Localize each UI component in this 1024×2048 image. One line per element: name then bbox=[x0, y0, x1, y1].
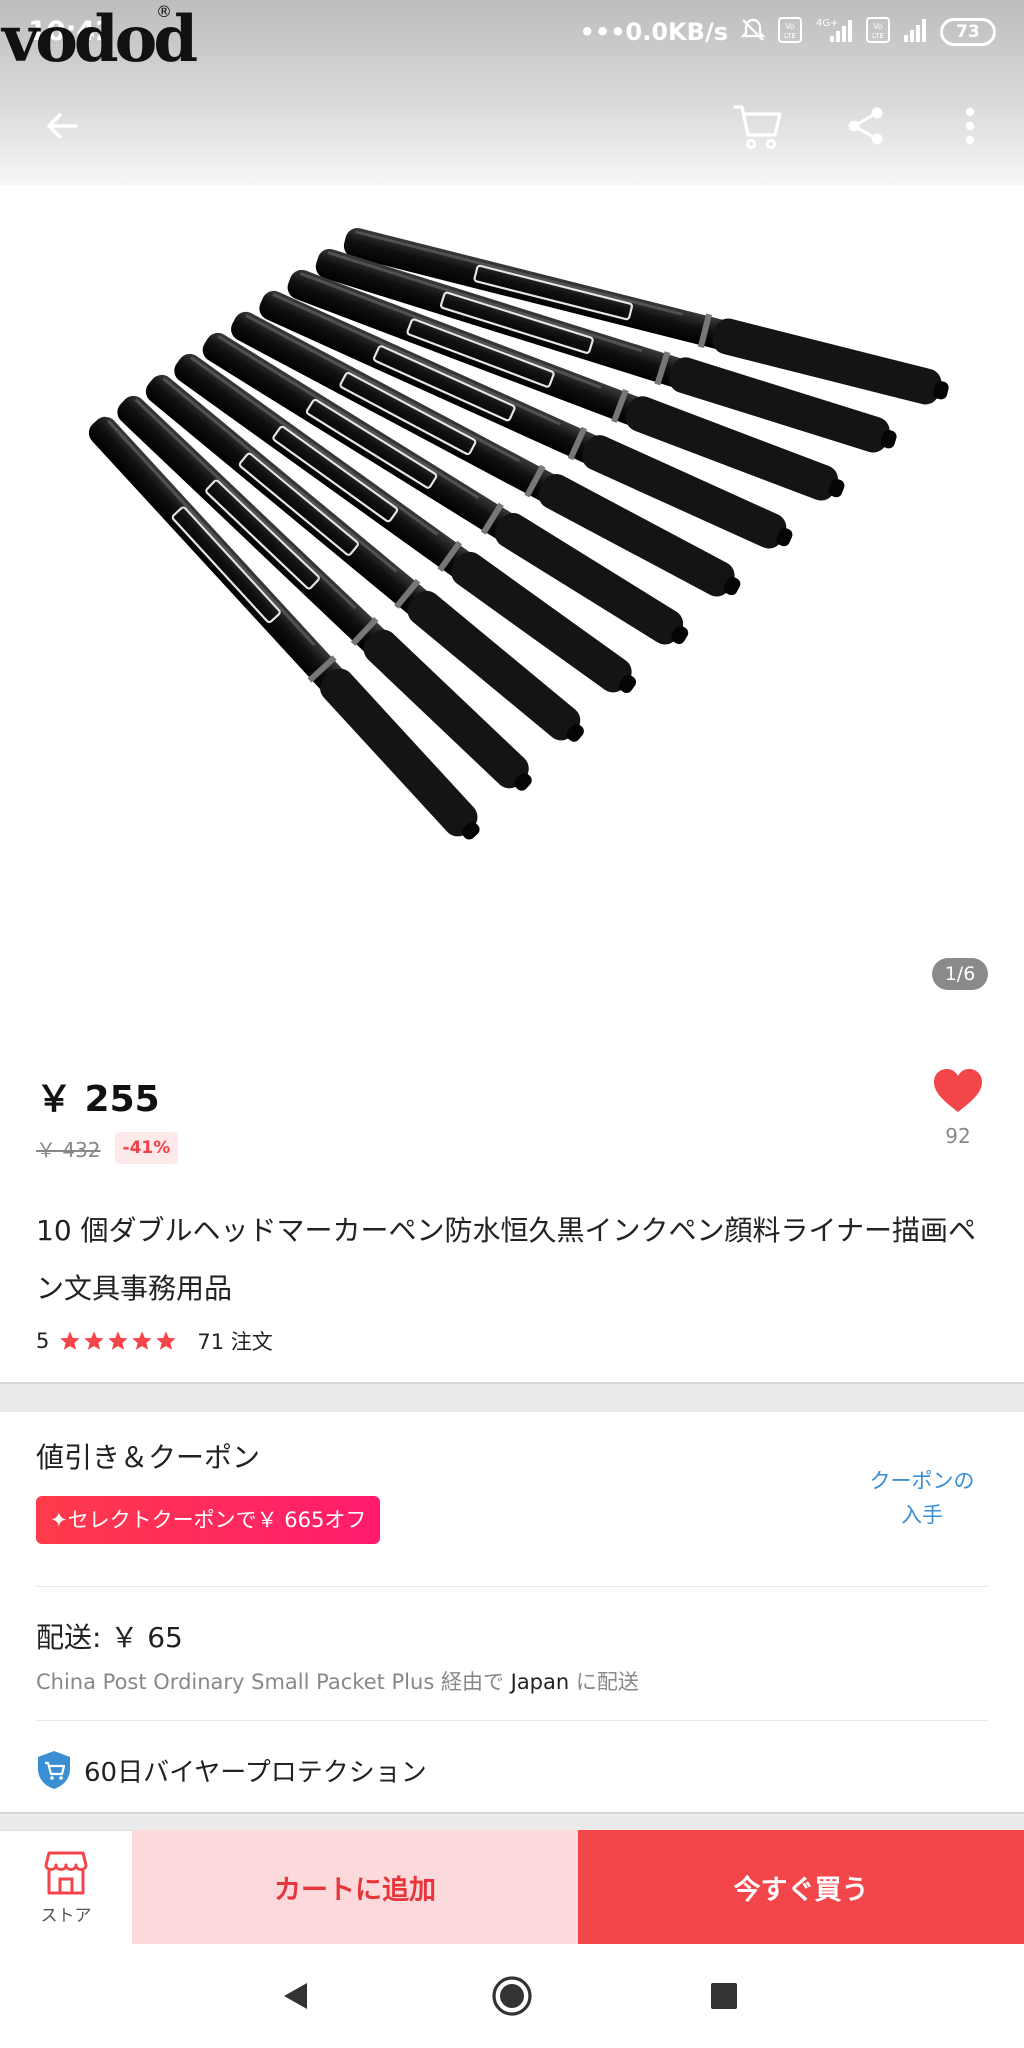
star-icon bbox=[60, 1331, 81, 1350]
mute-icon bbox=[740, 17, 766, 47]
get-coupon-link[interactable]: クーポンの 入手 bbox=[862, 1464, 982, 1532]
buyer-protection-label: 60日バイヤープロテクション bbox=[84, 1757, 427, 1788]
product-image-carousel[interactable] bbox=[0, 140, 1024, 1020]
rating-stars bbox=[59, 1330, 177, 1352]
cart-icon bbox=[733, 105, 782, 150]
home-circle-icon bbox=[492, 1976, 532, 2016]
volte-icon-2: Vo LTE bbox=[866, 17, 890, 47]
select-coupon-badge[interactable]: ✦セレクトクーポンで￥ 665オフ bbox=[36, 1496, 381, 1544]
old-price-row: ￥ 432 -41% bbox=[36, 1132, 179, 1164]
svg-text:LTE: LTE bbox=[872, 32, 884, 40]
svg-text:LTE: LTE bbox=[784, 32, 796, 40]
more-vertical-icon bbox=[965, 107, 975, 145]
back-button[interactable] bbox=[34, 98, 90, 154]
toolbar bbox=[0, 88, 1024, 158]
status-bar: 10:42 vodod ® •••0.0KB/s Vo LTE 4G+ Vo LTE… bbox=[0, 0, 1024, 72]
shipping-method-text: China Post Ordinary Small Packet Plus 経由… bbox=[36, 1670, 511, 1694]
signal-icon bbox=[902, 17, 928, 47]
rating-row[interactable]: 5 71 注文 bbox=[36, 1326, 273, 1356]
store-button[interactable]: ストア bbox=[0, 1830, 132, 1944]
star-icon bbox=[156, 1331, 177, 1350]
share-icon bbox=[848, 107, 883, 145]
discount-badge: -41% bbox=[114, 1132, 179, 1164]
buyer-protection-row[interactable]: 60日バイヤープロテクション bbox=[36, 1750, 427, 1790]
registered-mark: ® bbox=[156, 2, 172, 21]
divider bbox=[36, 1586, 988, 1587]
original-price: ￥ 432 bbox=[36, 1137, 101, 1162]
cart-button[interactable] bbox=[730, 98, 786, 154]
shipping-country: Japan bbox=[510, 1670, 570, 1694]
shipping-title[interactable]: 配送: ￥ 65 bbox=[36, 1616, 183, 1656]
shipping-suffix: に配送 bbox=[569, 1670, 639, 1694]
svg-text:Vo: Vo bbox=[785, 22, 795, 31]
product-photo-pens bbox=[88, 228, 949, 840]
rating-value: 5 bbox=[36, 1329, 50, 1353]
more-button[interactable] bbox=[942, 98, 998, 154]
store-icon bbox=[44, 1851, 88, 1895]
order-count: 71 注文 bbox=[197, 1330, 273, 1354]
section-gap bbox=[0, 1384, 1024, 1412]
product-title: 10 個ダブルヘッドマーカーペン防水恒久黒インクペン顔料ライナー描画ペン文具事務… bbox=[36, 1214, 976, 1305]
battery-icon: 73 bbox=[940, 18, 996, 46]
star-icon bbox=[84, 1331, 105, 1350]
svg-text:4G+: 4G+ bbox=[816, 18, 839, 29]
buy-now-button[interactable]: 今すぐ買う bbox=[578, 1830, 1024, 1944]
square-recents-icon bbox=[711, 1983, 737, 2009]
wishlist-count: 92 bbox=[945, 1124, 971, 1148]
current-price: ￥ 255 bbox=[36, 1079, 160, 1120]
star-icon bbox=[108, 1331, 129, 1350]
store-label: ストア bbox=[40, 1906, 92, 1926]
shield-cart-icon bbox=[38, 1751, 70, 1789]
price-block: ￥ 255 bbox=[36, 1070, 160, 1122]
net-speed: •••0.0KB/s bbox=[579, 18, 729, 46]
get-coupon-line2: 入手 bbox=[901, 1503, 943, 1527]
purchase-action-bar: ストア カートに追加 今すぐ買う bbox=[0, 1830, 1024, 1944]
gallery-pager: 1/6 bbox=[932, 958, 988, 990]
share-button[interactable] bbox=[838, 98, 894, 154]
arrow-left-icon bbox=[47, 113, 78, 139]
heart-icon bbox=[934, 1069, 982, 1112]
wishlist-button[interactable]: 92 bbox=[920, 1068, 996, 1148]
get-coupon-line1: クーポンの bbox=[869, 1469, 975, 1493]
svg-text:Vo: Vo bbox=[873, 22, 883, 31]
section-gap bbox=[0, 1814, 1024, 1830]
shipping-method[interactable]: China Post Ordinary Small Packet Plus 経由… bbox=[36, 1666, 639, 1696]
divider bbox=[36, 1720, 988, 1721]
triangle-back-icon bbox=[284, 1983, 307, 2009]
coupon-section-title: 値引き＆クーポン bbox=[36, 1441, 261, 1474]
system-back-button[interactable] bbox=[272, 1972, 320, 2020]
system-home-button[interactable] bbox=[488, 1972, 536, 2020]
volte-icon: Vo LTE bbox=[778, 17, 802, 47]
add-to-cart-button[interactable]: カートに追加 bbox=[132, 1830, 578, 1944]
status-icons: •••0.0KB/s Vo LTE 4G+ Vo LTE 73 bbox=[579, 16, 996, 48]
signal-4g-icon: 4G+ bbox=[814, 16, 854, 48]
system-recents-button[interactable] bbox=[700, 1972, 748, 2020]
system-navigation-bar bbox=[0, 1944, 1024, 2048]
star-icon bbox=[132, 1331, 153, 1350]
top-app-bar: 10:42 vodod ® •••0.0KB/s Vo LTE 4G+ Vo LTE… bbox=[0, 0, 1024, 185]
